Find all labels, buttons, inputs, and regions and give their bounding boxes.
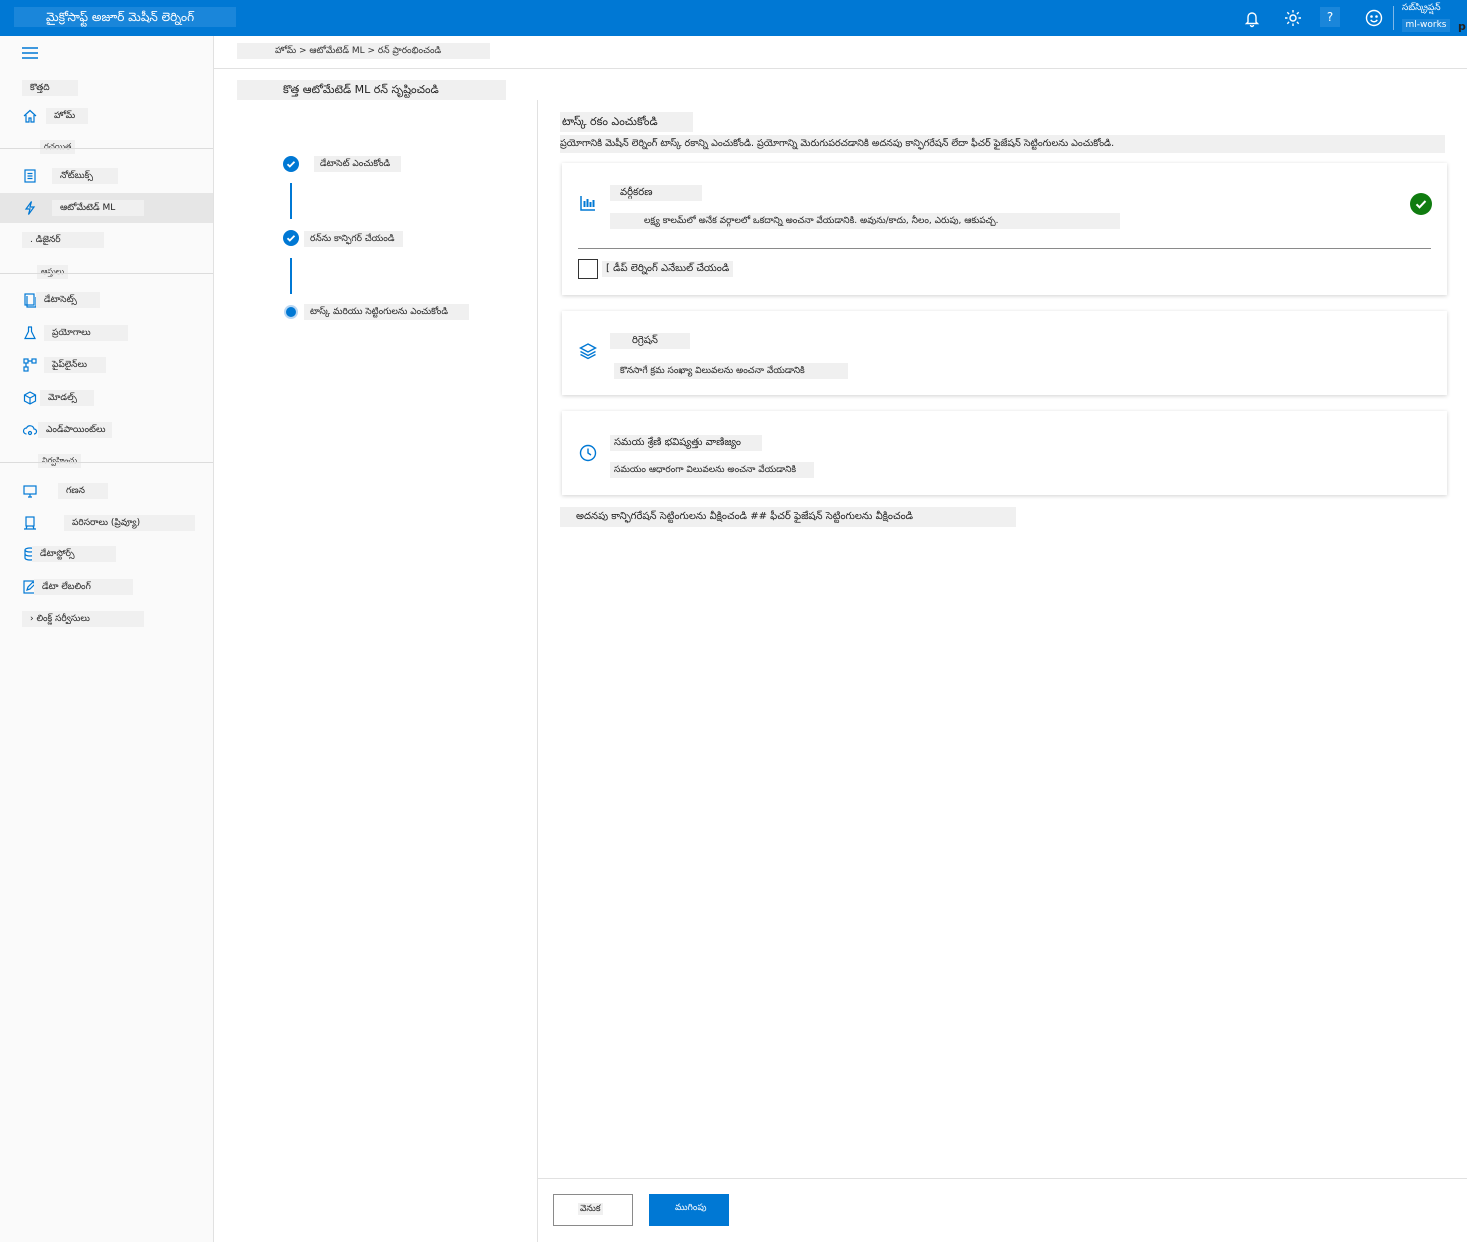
sidebar-item-label: మోడల్స్ xyxy=(40,390,94,406)
sidebar-item-compute[interactable]: గణన xyxy=(0,476,213,506)
cloud-endpoint-icon xyxy=(22,422,38,438)
sidebar-item-datasets[interactable]: డేటాసెట్స్ xyxy=(0,285,213,315)
sidebar-item-label: ఆటోమేటెడ్ ML xyxy=(52,200,144,216)
sidebar-item-environments[interactable]: పరిసరాలు (ప్రివ్యూ) xyxy=(0,508,213,538)
sidebar-item-label: గణన xyxy=(58,483,108,499)
page-title: కొత్త ఆటోమేటెడ్ ML రన్ సృష్టించండి xyxy=(237,80,506,100)
header-divider xyxy=(214,68,1467,69)
content-divider xyxy=(537,100,538,1242)
finish-button-label: ముగింపు xyxy=(675,1203,707,1213)
task-card-regression[interactable]: రిగ్రెషన్ కొనసాగే క్రమ సంఖ్యా విలువలను అ… xyxy=(562,311,1447,395)
lightning-icon xyxy=(22,200,38,216)
sidebar-item-label: హోమ్ xyxy=(46,108,88,124)
sidebar-section-author: రచయిత xyxy=(40,140,76,154)
breadcrumb[interactable]: హోమ్ > ఆటోమేటెడ్ ML > రన్ ప్రారంభించండి xyxy=(237,43,490,59)
gear-icon[interactable] xyxy=(1281,6,1305,30)
home-icon xyxy=(22,108,38,124)
app-title[interactable]: మైక్రోసాఫ్ట్ అజూర్ మెషీన్ లెర్నింగ్ xyxy=(14,7,236,27)
task-card-classification[interactable]: వర్గీకరణ లక్ష్య కాలమ్‌లో అనేక వర్గాలలో ఒ… xyxy=(562,163,1447,295)
notebook-icon xyxy=(22,168,38,184)
sidebar-section-assets: ఆస్తులు xyxy=(37,265,69,279)
top-bar: మైక్రోసాఫ్ట్ అజూర్ మెషీన్ లెర్నింగ్ ? సబ… xyxy=(0,0,1467,36)
back-button[interactable]: వెనుక xyxy=(553,1194,633,1226)
step-connector xyxy=(290,183,292,219)
deep-learning-checkbox[interactable] xyxy=(578,259,598,279)
step-select-dataset[interactable]: డేటాసెట్ ఎంచుకోండి xyxy=(314,156,401,172)
task-title: సమయ శ్రేణి భవిష్యత్తు వాణిజ్యం xyxy=(610,435,762,451)
sidebar-item-label: పరిసరాలు (ప్రివ్యూ) xyxy=(64,515,195,531)
sidebar-item-label: పైప్‌లైన్‌లు xyxy=(44,357,106,373)
sidebar-item-new[interactable]: కొత్తది xyxy=(0,73,213,103)
sidebar-item-datastores[interactable]: డేటాస్టోర్స్ xyxy=(0,539,213,569)
sidebar-item-label: డేటాస్టోర్స్ xyxy=(32,546,116,562)
sidebar-item-label: › లింక్డ్ సర్వీసులు xyxy=(22,611,144,627)
card-divider xyxy=(578,248,1431,249)
sidebar-divider xyxy=(0,462,213,463)
flask-icon xyxy=(22,325,38,341)
section-title: టాస్క్ రకం ఎంచుకోండి xyxy=(560,112,693,132)
cube-icon xyxy=(22,390,38,406)
sidebar-section-manage: నిర్వహించు xyxy=(38,454,82,468)
back-button-label: వెనుక xyxy=(578,1203,603,1215)
sidebar-item-endpoints[interactable]: ఎండ్‌పాయింట్‌లు xyxy=(0,415,213,445)
bar-chart-icon xyxy=(578,193,598,213)
sidebar-item-linked-services[interactable]: › లింక్డ్ సర్వీసులు xyxy=(0,604,213,634)
sidebar-item-data-labeling[interactable]: డేటా లేబలింగ్ xyxy=(0,572,213,602)
sidebar-item-label: కొత్తది xyxy=(22,80,78,96)
sidebar-divider xyxy=(0,273,213,274)
sidebar-item-models[interactable]: మోడల్స్ xyxy=(0,383,213,413)
step-select-task[interactable]: టాస్క్ మరియు సెట్టింగులను ఎంచుకోండి xyxy=(304,304,469,320)
sidebar-item-designer[interactable]: . డిజైనర్ xyxy=(0,225,213,255)
topbar-divider xyxy=(1393,6,1394,30)
step-connector xyxy=(290,258,292,294)
section-description: ప్రయోగానికి మెషీన్ లెర్నింగ్ టాస్క్ రకాన… xyxy=(560,135,1445,153)
step-complete-icon xyxy=(283,230,299,246)
advanced-settings-link[interactable]: అదనపు కాన్ఫిగరేషన్ సెట్టింగులను వీక్షించ… xyxy=(560,507,1016,527)
hamburger-menu-icon[interactable] xyxy=(20,44,40,62)
finish-button[interactable]: ముగింపు xyxy=(649,1194,729,1226)
smiley-icon[interactable] xyxy=(1362,6,1386,30)
sidebar-item-pipelines[interactable]: పైప్‌లైన్‌లు xyxy=(0,350,213,380)
task-title: రిగ్రెషన్ xyxy=(610,333,690,349)
pipeline-icon xyxy=(22,357,38,373)
deep-learning-label: [ డీప్ లెర్నింగ్ ఎనేబుల్ చేయండి xyxy=(602,261,734,277)
task-description: కొనసాగే క్రమ సంఖ్యా విలువలను అంచనా వేయడా… xyxy=(614,363,848,379)
task-title: వర్గీకరణ xyxy=(610,185,702,201)
workspace-label[interactable]: ml-works xyxy=(1402,19,1450,32)
step-configure-run[interactable]: రన్‌ను కాన్ఫిగర్ చేయండి xyxy=(304,231,403,247)
monitor-icon xyxy=(22,483,38,499)
clock-icon xyxy=(578,443,598,463)
sidebar-item-label: ప్రయోగాలు xyxy=(44,325,128,341)
help-icon[interactable]: ? xyxy=(1320,7,1340,27)
environment-icon xyxy=(22,515,38,531)
sidebar-divider xyxy=(0,148,213,149)
step-complete-icon xyxy=(283,156,299,172)
avatar[interactable]: p xyxy=(1458,20,1466,33)
sidebar-item-label: ఎండ్‌పాయింట్‌లు xyxy=(38,422,112,438)
sidebar: కొత్తది హోమ్ రచయిత నోట్‌బుక్స్ ఆటోమేటెడ్… xyxy=(0,36,214,1242)
sidebar-item-label: . డిజైనర్ xyxy=(22,232,104,248)
task-card-time-series[interactable]: సమయ శ్రేణి భవిష్యత్తు వాణిజ్యం సమయం ఆధార… xyxy=(562,411,1447,495)
sidebar-item-experiments[interactable]: ప్రయోగాలు xyxy=(0,318,213,348)
layers-icon xyxy=(578,341,598,361)
task-description: లక్ష్య కాలమ్‌లో అనేక వర్గాలలో ఒకదాన్ని అ… xyxy=(610,213,1120,229)
footer-divider xyxy=(538,1178,1467,1179)
selected-check-icon xyxy=(1410,193,1432,215)
sidebar-item-label: నోట్‌బుక్స్ xyxy=(52,168,118,184)
subscription-label[interactable]: సబ్‌స్క్రిప్షన్ xyxy=(1402,2,1441,15)
sidebar-item-label: డేటా లేబలింగ్ xyxy=(34,579,133,595)
sidebar-item-home[interactable]: హోమ్ xyxy=(0,101,213,131)
sidebar-item-label: డేటాసెట్స్ xyxy=(36,292,100,308)
sidebar-item-notebooks[interactable]: నోట్‌బుక్స్ xyxy=(0,161,213,191)
step-current-icon xyxy=(284,305,298,319)
task-description: సమయం ఆధారంగా విలువలను అంచనా వేయడానికి xyxy=(610,462,814,478)
bell-icon[interactable] xyxy=(1240,6,1264,30)
sidebar-item-automated-ml[interactable]: ఆటోమేటెడ్ ML xyxy=(0,193,213,223)
